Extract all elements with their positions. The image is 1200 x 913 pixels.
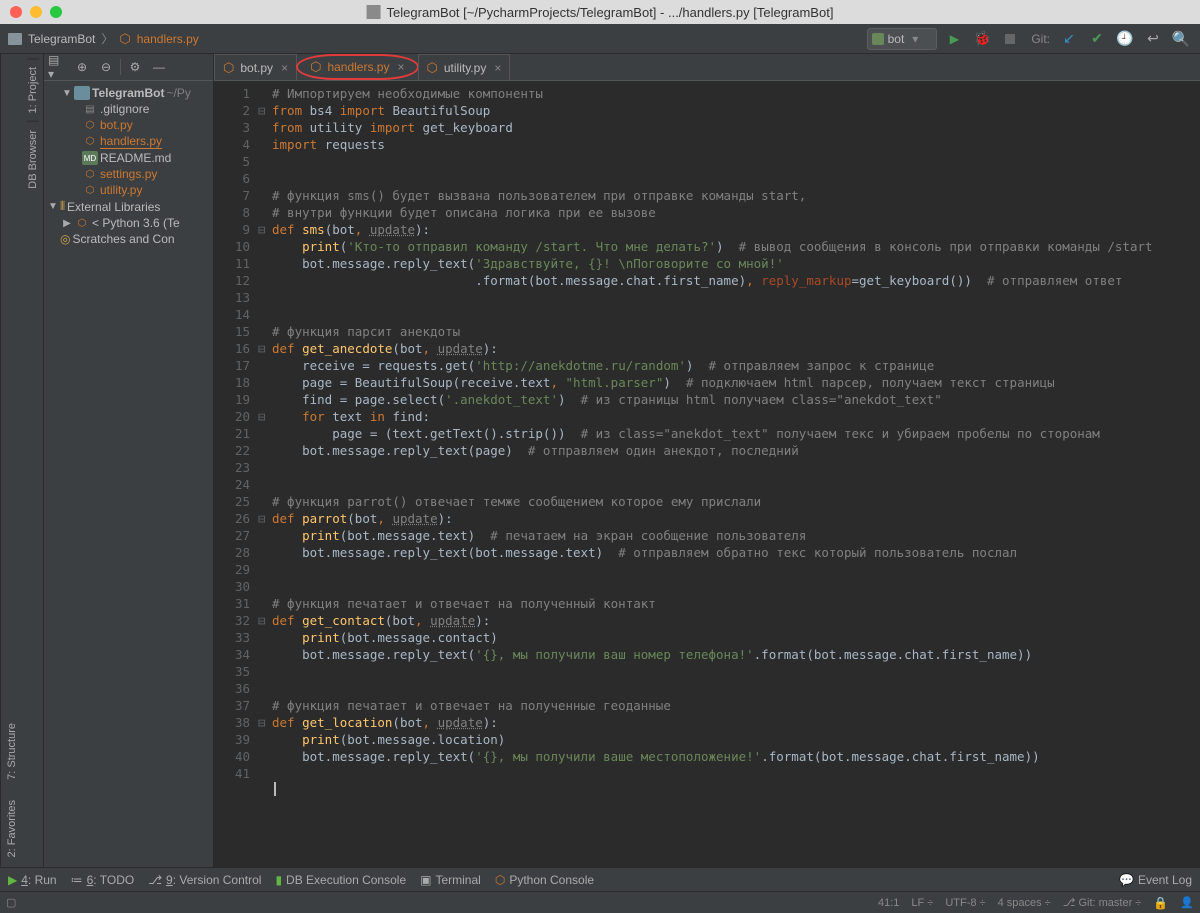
project-toolbar: ▤ ▾ ⊕ ⊖ ⚙ — xyxy=(44,54,213,81)
project-view-mode[interactable]: ▤ ▾ xyxy=(48,57,68,77)
minimize-window-button[interactable] xyxy=(30,6,42,18)
debug-button[interactable]: 🐞 xyxy=(971,28,993,50)
lock-icon[interactable]: 🔒 xyxy=(1153,896,1168,910)
chevron-right-icon: 〉 xyxy=(101,30,113,47)
hide-tool-window-icon[interactable]: — xyxy=(149,57,169,77)
tool-run[interactable]: ▶ 4: Run xyxy=(8,873,57,887)
project-tree[interactable]: ▼ TelegramBot ~/Py ▤ .gitignore ⬡ bot.py… xyxy=(44,81,213,251)
run-config-selector[interactable]: bot ▾ xyxy=(867,28,938,50)
tool-python-console[interactable]: ⬡ Python Console xyxy=(495,873,594,887)
tool-db-console[interactable]: ▮ DB Execution Console xyxy=(275,873,406,887)
tree-project-root[interactable]: ▼ TelegramBot ~/Py xyxy=(44,85,213,101)
folder-icon xyxy=(8,33,22,45)
project-tool-window: ▤ ▾ ⊕ ⊖ ⚙ — ▼ TelegramBot ~/Py ▤ .gitign… xyxy=(44,54,214,867)
python-icon: ⬡ xyxy=(119,31,130,47)
breadcrumb-file[interactable]: ⬡handlers.py xyxy=(119,31,198,47)
line-gutter: 1 2 3 4 5 6 7 8 9 10 11 12 13 14 15 16 1… xyxy=(214,81,258,867)
fold-gutter: ⊟ ⊟ ⊟ ⊟ ⊟ ⊟ ⊟ xyxy=(258,81,272,867)
macos-titlebar: TelegramBot [~/PycharmProjects/TelegramB… xyxy=(0,0,1200,24)
indent-status[interactable]: 4 spaces ÷ xyxy=(998,897,1051,909)
close-window-button[interactable] xyxy=(10,6,22,18)
close-tab-icon[interactable]: × xyxy=(397,60,404,74)
stop-button[interactable] xyxy=(999,28,1021,50)
tree-external-libs[interactable]: ▼⫴ External Libraries xyxy=(44,198,213,215)
breadcrumb-root[interactable]: TelegramBot xyxy=(28,32,95,46)
app-icon xyxy=(367,5,381,19)
window-title: TelegramBot [~/PycharmProjects/TelegramB… xyxy=(387,5,834,20)
tree-file-readme[interactable]: MD README.md xyxy=(44,150,213,166)
tool-window-toggle[interactable]: ▢ xyxy=(6,896,16,909)
tab-utility[interactable]: ⬡utility.py× xyxy=(418,54,511,80)
zoom-window-button[interactable] xyxy=(50,6,62,18)
close-tab-icon[interactable]: × xyxy=(494,61,501,75)
scroll-from-source-icon[interactable]: ⊖ xyxy=(96,57,116,77)
tool-db-browser-tab[interactable]: DB Browser xyxy=(27,121,39,197)
status-bar: ▢ 41:1 LF ÷ UTF-8 ÷ 4 spaces ÷ ⎇ Git: ma… xyxy=(0,891,1200,913)
python-icon: ⬡ xyxy=(427,60,438,76)
hector-icon[interactable]: 👤 xyxy=(1180,896,1194,909)
tree-file-handlers[interactable]: ⬡ handlers.py xyxy=(44,133,213,150)
tree-scratches[interactable]: ◎ Scratches and Con xyxy=(44,231,213,247)
editor-tabs: ⬡bot.py× ⬡handlers.py× ⬡utility.py× xyxy=(214,54,1200,81)
tab-bot[interactable]: ⬡bot.py× xyxy=(214,54,297,80)
python-icon: ⬡ xyxy=(223,60,234,76)
vcs-history-button[interactable]: 🕘 xyxy=(1114,28,1136,50)
vcs-revert-button[interactable]: ↩ xyxy=(1142,28,1164,50)
tree-file-gitignore[interactable]: ▤ .gitignore xyxy=(44,101,213,117)
tool-vcs[interactable]: ⎇ 9: Version Control xyxy=(148,873,261,887)
tool-project-tab[interactable]: 1: Project xyxy=(27,58,39,121)
tree-file-utility[interactable]: ⬡ utility.py xyxy=(44,182,213,198)
tool-todo[interactable]: ≔ 6: TODO xyxy=(71,873,135,887)
editor-area: ⬡bot.py× ⬡handlers.py× ⬡utility.py× 1 2 … xyxy=(214,54,1200,867)
search-everywhere-button[interactable]: 🔍 xyxy=(1170,28,1192,50)
tree-python-sdk[interactable]: ▶⬡ < Python 3.6 (Te xyxy=(44,215,213,231)
breadcrumb: TelegramBot 〉 ⬡handlers.py xyxy=(8,30,199,47)
file-encoding[interactable]: UTF-8 ÷ xyxy=(945,897,985,909)
tool-terminal[interactable]: ▣ Terminal xyxy=(420,873,481,887)
line-separator[interactable]: LF ÷ xyxy=(911,897,933,909)
git-branch[interactable]: ⎇ Git: master ÷ xyxy=(1063,896,1142,909)
vcs-commit-button[interactable]: ✔ xyxy=(1086,28,1108,50)
bottom-tool-stripe: ▶ 4: Run ≔ 6: TODO ⎇ 9: Version Control … xyxy=(0,867,1200,891)
code-editor[interactable]: 1 2 3 4 5 6 7 8 9 10 11 12 13 14 15 16 1… xyxy=(214,81,1200,867)
tree-file-settings[interactable]: ⬡ settings.py xyxy=(44,166,213,182)
run-button[interactable]: ▶ xyxy=(943,28,965,50)
window-controls xyxy=(0,6,62,18)
caret-position[interactable]: 41:1 xyxy=(878,897,899,909)
tool-structure-tab[interactable]: 7: Structure xyxy=(6,717,18,786)
vcs-update-button[interactable]: ↙ xyxy=(1058,28,1080,50)
project-settings-icon[interactable]: ⚙ xyxy=(125,57,145,77)
tool-favorites-tab[interactable]: 2: Favorites xyxy=(6,794,18,863)
git-label: Git: xyxy=(1031,32,1050,46)
scroll-to-source-icon[interactable]: ⊕ xyxy=(72,57,92,77)
navigation-bar: TelegramBot 〉 ⬡handlers.py bot ▾ ▶ 🐞 Git… xyxy=(0,24,1200,54)
tool-event-log[interactable]: 💬 Event Log xyxy=(1119,873,1192,887)
tree-file-bot[interactable]: ⬡ bot.py xyxy=(44,117,213,133)
left-tool-stripe: 1: Project DB Browser xyxy=(22,54,44,867)
close-tab-icon[interactable]: × xyxy=(281,61,288,75)
python-icon: ⬡ xyxy=(310,59,321,75)
tab-handlers-active[interactable]: ⬡handlers.py× xyxy=(296,54,418,80)
left-bottom-tool-stripe: 7: Structure 2: Favorites xyxy=(0,54,22,867)
code-content[interactable]: # Импортируем необходимые компоненты fro… xyxy=(272,81,1200,867)
